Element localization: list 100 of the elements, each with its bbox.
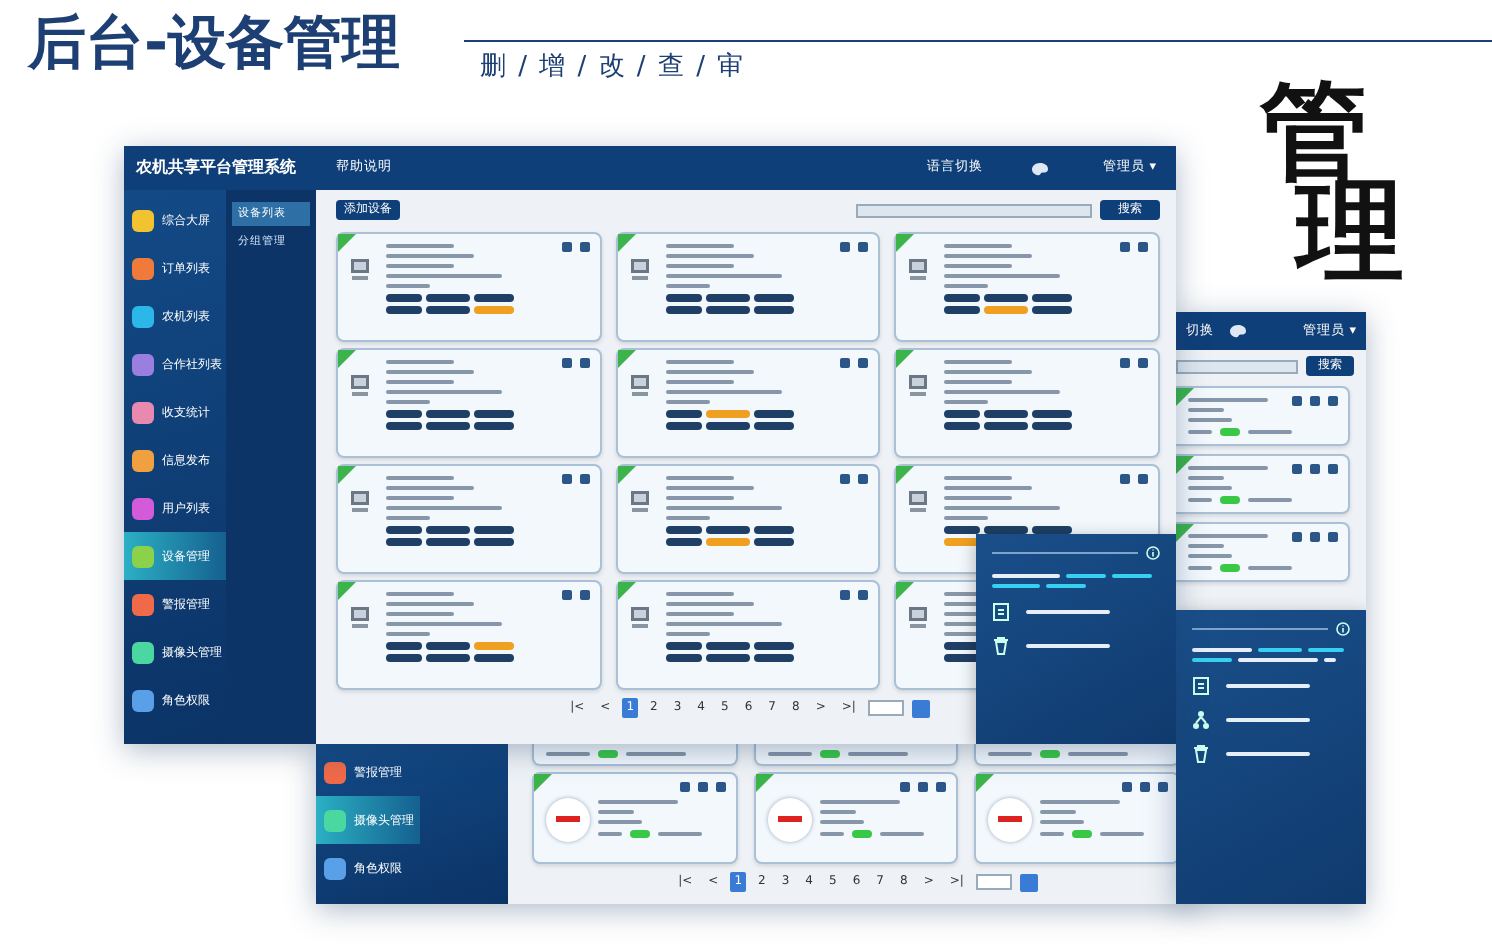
page-subtitle: 删 / 增 / 改 / 查 / 审: [480, 50, 746, 86]
blurred-text-line: [665, 380, 734, 384]
device-icon: [350, 490, 370, 514]
blurred-text-line: [665, 496, 734, 500]
blurred-text-line: [386, 506, 502, 510]
search-field[interactable]: [856, 203, 1092, 217]
blurred-text-line: [665, 592, 734, 596]
blurred-text-line: [944, 380, 1013, 384]
status-ribbon: [338, 582, 356, 600]
status-pill: [630, 830, 650, 838]
blurred-text-line: [819, 832, 844, 836]
blurred-text-line: [665, 390, 782, 394]
blurred-text-line: [944, 506, 1061, 510]
device-icon: [350, 258, 370, 282]
go-button[interactable]: [911, 699, 930, 717]
status-ribbon: [338, 234, 356, 252]
blurred-text-line: [1188, 566, 1212, 570]
blurred-text-line: [386, 244, 454, 248]
blurred-text-line: [665, 370, 754, 374]
blurred-text-line: [1248, 498, 1292, 502]
palette-icon: [1230, 324, 1246, 338]
blurred-text-line: [1026, 610, 1110, 614]
blurred-text-line: [847, 752, 908, 756]
logo-icon: [767, 797, 812, 841]
blurred-text-line: [386, 390, 502, 394]
blurred-text-line: [386, 400, 430, 404]
blurred-text-line: [626, 752, 686, 756]
blurred-text-line: [1308, 648, 1344, 652]
blurred-text-line: [1226, 752, 1310, 756]
blurred-text-line: [1258, 648, 1302, 652]
status-ribbon: [617, 466, 636, 484]
blurred-text-line: [1040, 800, 1121, 804]
status-ribbon: [1176, 456, 1194, 474]
status-pill: [1220, 428, 1240, 436]
blurred-text-line: [1248, 566, 1292, 570]
info-icon: [1146, 546, 1160, 560]
status-ribbon: [338, 466, 356, 484]
palette-icon: [1031, 161, 1048, 175]
status-ribbon: [755, 774, 774, 792]
blurred-text-line: [1188, 486, 1232, 490]
status-pill: [1072, 830, 1093, 838]
search-field[interactable]: [1176, 359, 1298, 373]
blurred-text-line: [665, 360, 734, 364]
device-icon: [629, 606, 650, 630]
blurred-text-line: [386, 380, 454, 384]
blurred-text-line: [1026, 644, 1110, 648]
blurred-text-line: [944, 284, 989, 288]
blurred-text-line: [1226, 684, 1310, 688]
blurred-text-line: [598, 820, 642, 824]
status-pill: [819, 750, 840, 758]
blurred-text-line: [944, 254, 1033, 258]
blurred-text-line: [1188, 498, 1212, 502]
blurred-text-line: [386, 264, 454, 268]
blurred-text-line: [944, 476, 1013, 480]
page-number-field[interactable]: [975, 874, 1012, 890]
blurred-text-line: [665, 264, 734, 268]
go-button[interactable]: [1019, 873, 1038, 891]
blurred-text-line: [1188, 398, 1268, 402]
blurred-text-line: [1192, 648, 1252, 652]
blurred-text-line: [665, 632, 710, 636]
blurred-text-line: [944, 370, 1033, 374]
page-title: 后台-设备管理: [28, 8, 401, 78]
device-icon: [629, 490, 650, 514]
blurred-text-line: [386, 592, 454, 596]
blurred-text-line: [665, 476, 734, 480]
blurred-text-line: [1188, 466, 1268, 470]
blurred-text-line: [988, 752, 1033, 756]
blurred-text-line: [665, 284, 710, 288]
network-icon: [1192, 710, 1210, 730]
list-icon: [992, 602, 1010, 622]
device-icon: [350, 374, 370, 398]
blurred-text-line: [944, 486, 1033, 490]
status-pill: [851, 830, 872, 838]
device-icon: [629, 374, 650, 398]
blurred-text-line: [819, 810, 856, 814]
blurred-text-line: [658, 832, 702, 836]
blurred-text-line: [992, 574, 1060, 578]
device-icon: [908, 606, 929, 630]
device-icon: [629, 258, 650, 282]
blurred-text-line: [665, 622, 782, 626]
status-ribbon: [617, 582, 636, 600]
blurred-text-line: [386, 496, 454, 500]
status-ribbon: [976, 774, 995, 792]
status-ribbon: [1176, 524, 1194, 542]
blurred-text-line: [1192, 658, 1232, 662]
status-ribbon: [534, 774, 552, 792]
blurred-text-line: [386, 360, 454, 364]
status-ribbon: [1176, 388, 1194, 406]
blurred-text-line: [767, 752, 812, 756]
blurred-text-line: [1188, 476, 1224, 480]
blurred-text-line: [386, 284, 430, 288]
device-icon: [908, 374, 929, 398]
page-number-field[interactable]: [867, 700, 904, 716]
blurred-text-line: [665, 400, 710, 404]
blurred-text-line: [386, 476, 454, 480]
blurred-text-line: [1188, 418, 1232, 422]
trash-icon: [1192, 744, 1210, 764]
blurred-text-line: [819, 820, 864, 824]
logo-icon: [988, 797, 1033, 841]
blurred-text-line: [665, 274, 782, 278]
